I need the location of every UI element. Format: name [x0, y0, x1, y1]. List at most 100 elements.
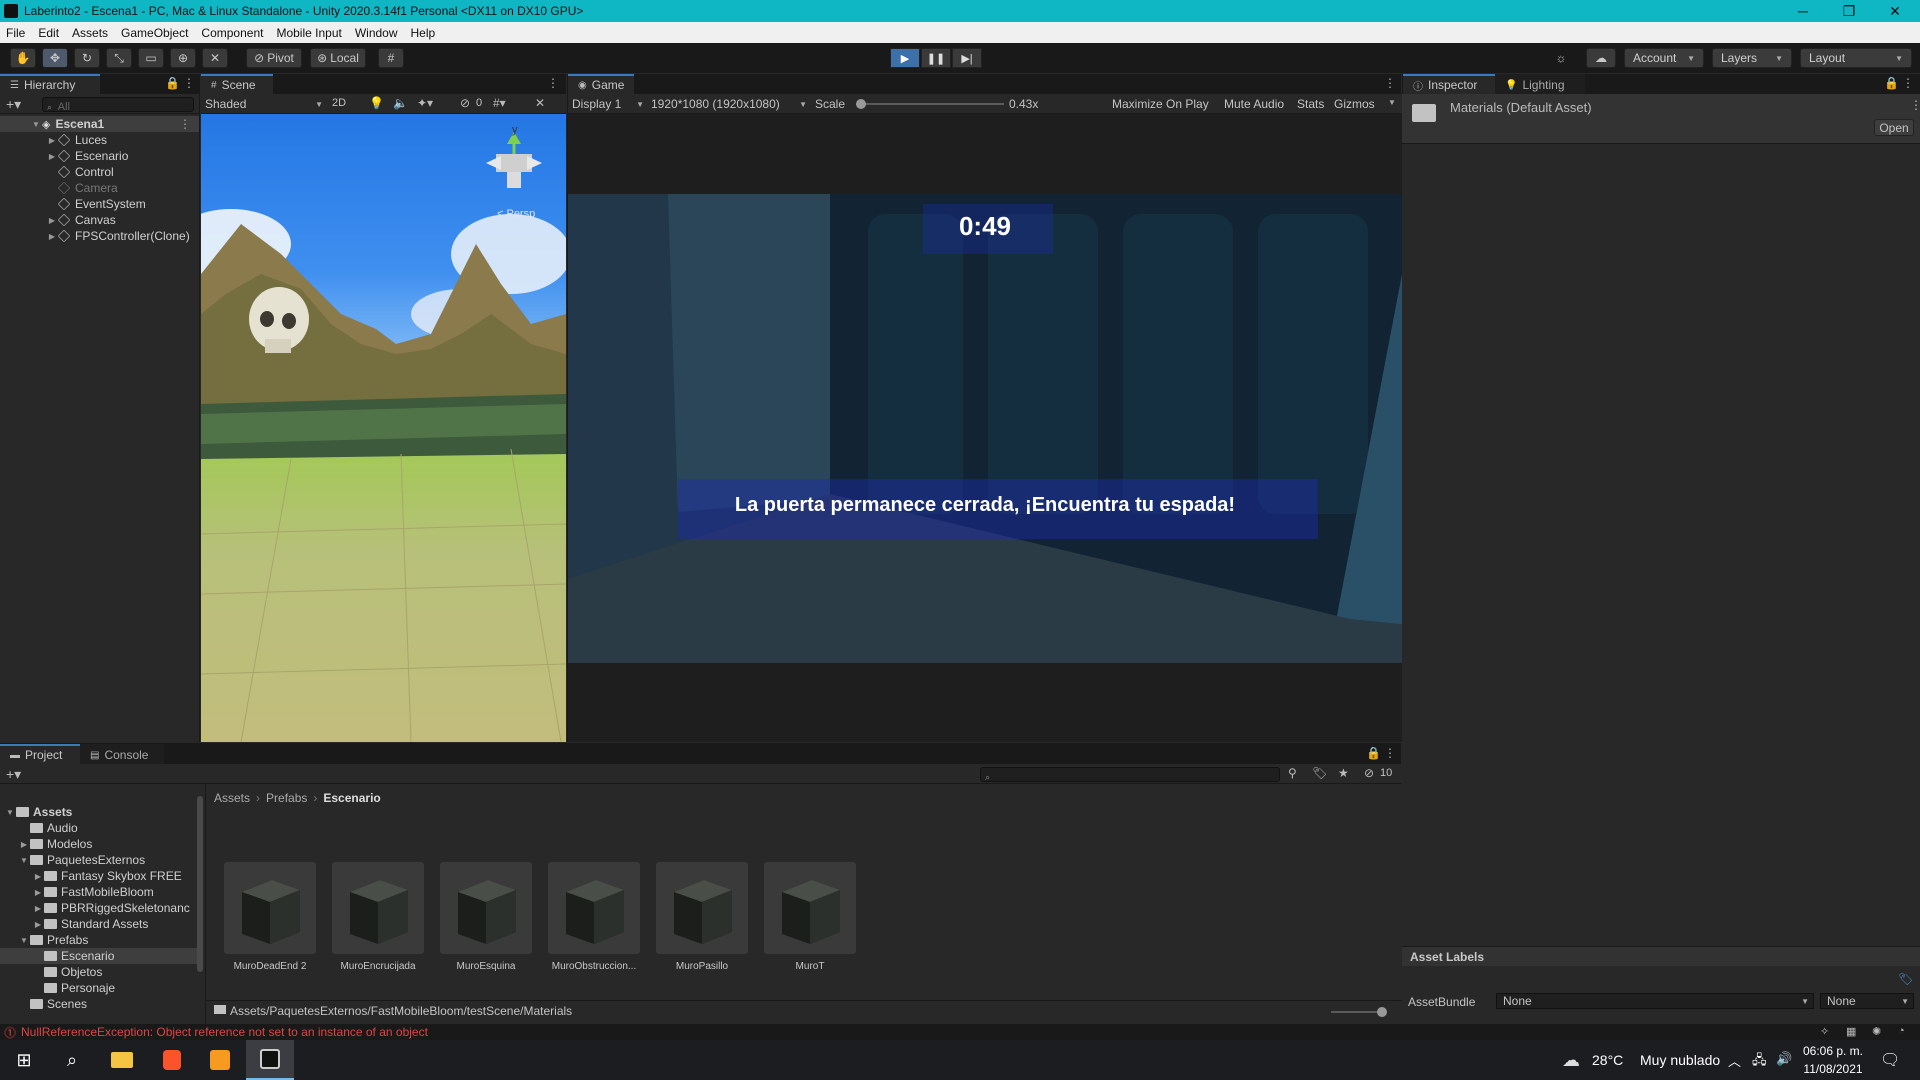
step-button[interactable]: ▶|: [952, 48, 982, 68]
tab-project[interactable]: ▬ Project: [0, 744, 80, 764]
asset-tile[interactable]: MuroEsquina: [439, 862, 533, 972]
search-button[interactable]: ⌕: [48, 1040, 96, 1080]
tab-scene[interactable]: # Scene: [201, 74, 273, 94]
favorite-star-icon[interactable]: ★: [1338, 766, 1349, 780]
hand-tool-button[interactable]: ✋: [10, 48, 36, 68]
play-button[interactable]: ▶: [890, 48, 920, 68]
expand-arrow-icon[interactable]: ▶: [46, 152, 58, 161]
shading-mode-dropdown[interactable]: Shaded ▼: [205, 96, 323, 112]
menu-gameobject[interactable]: GameObject: [121, 26, 188, 40]
project-folder-item[interactable]: Scenes: [0, 996, 198, 1012]
project-folder-item[interactable]: ▶ FastMobileBloom: [0, 884, 198, 900]
scene-menu-icon[interactable]: ⋮: [179, 117, 191, 131]
scale-slider-track[interactable]: [856, 99, 1004, 109]
weather-temperature[interactable]: 28°C: [1592, 1052, 1623, 1068]
local-toggle[interactable]: ⊛ Local: [310, 48, 366, 68]
expand-arrow-icon[interactable]: ▶: [32, 872, 44, 881]
sublime-text-button[interactable]: [196, 1040, 244, 1080]
project-folder-item[interactable]: Audio: [0, 820, 198, 836]
volume-icon[interactable]: 🔊: [1776, 1051, 1792, 1067]
expand-arrow-icon[interactable]: ▶: [32, 920, 44, 929]
tab-console[interactable]: ▤ Console: [80, 744, 164, 764]
expand-arrow-icon[interactable]: ▶: [46, 136, 58, 145]
project-folder-item[interactable]: ▶ Standard Assets: [0, 916, 198, 932]
more-options-icon[interactable]: ⋮: [547, 76, 559, 90]
hierarchy-item[interactable]: Control: [0, 164, 199, 180]
mute-audio-toggle[interactable]: Mute Audio: [1224, 97, 1284, 111]
maximize-on-play-toggle[interactable]: Maximize On Play: [1112, 97, 1209, 111]
file-explorer-button[interactable]: [98, 1040, 146, 1080]
scale-slider-thumb[interactable]: [856, 99, 866, 109]
account-dropdown[interactable]: Account ▼: [1624, 48, 1704, 68]
toggle-2d-button[interactable]: 2D: [332, 97, 346, 109]
hierarchy-item[interactable]: Camera: [0, 180, 199, 196]
tab-lighting[interactable]: 💡 Lighting: [1495, 74, 1585, 94]
more-options-icon[interactable]: ⋮: [1384, 76, 1396, 90]
weather-description[interactable]: Muy nublado: [1640, 1052, 1720, 1068]
pause-button[interactable]: ❚❚: [921, 48, 951, 68]
more-options-icon[interactable]: ⋮: [183, 76, 195, 90]
cache-server-icon[interactable]: ▦: [1846, 1025, 1856, 1038]
project-folder-item[interactable]: ▶ Modelos: [0, 836, 198, 852]
assetbundle-variant-dropdown[interactable]: None ▼: [1820, 993, 1914, 1009]
asset-tile[interactable]: MuroObstruccion...: [547, 862, 641, 972]
project-folder-item[interactable]: ▶ Fantasy Skybox FREE: [0, 868, 198, 884]
tab-hierarchy[interactable]: ☰ Hierarchy: [0, 74, 100, 94]
layout-dropdown[interactable]: Layout ▼: [1800, 48, 1912, 68]
tree-scrollbar[interactable]: [197, 796, 203, 972]
gizmos-dropdown[interactable]: Gizmos: [1334, 97, 1375, 111]
stats-toggle[interactable]: Stats: [1297, 97, 1324, 111]
expand-arrow-icon[interactable]: ▼: [4, 808, 16, 817]
auto-generate-lighting-icon[interactable]: ✧: [1820, 1025, 1829, 1038]
audio-toggle-icon[interactable]: 🔈: [393, 96, 408, 110]
open-button[interactable]: Open: [1874, 119, 1914, 136]
rect-tool-button[interactable]: ▭: [138, 48, 164, 68]
menu-mobile-input[interactable]: Mobile Input: [276, 26, 341, 40]
status-bar[interactable]: ⓵ NullReferenceException: Object referen…: [0, 1024, 1920, 1040]
hierarchy-item[interactable]: EventSystem: [0, 196, 199, 212]
pivot-toggle[interactable]: ⊘ Pivot: [246, 48, 302, 68]
minimize-button[interactable]: ─: [1780, 0, 1826, 22]
asset-tile[interactable]: MuroEncrucijada: [331, 862, 425, 972]
expand-arrow-icon[interactable]: ▼: [18, 936, 30, 945]
menu-component[interactable]: Component: [201, 26, 263, 40]
label-tag-icon[interactable]: 🏷: [1898, 972, 1914, 986]
icon-size-slider[interactable]: [1331, 1007, 1387, 1017]
scene-root-row[interactable]: ▼ ◈ Escena1 ⋮: [0, 116, 199, 132]
perspective-toggle[interactable]: < Persp: [497, 208, 535, 220]
lighting-toggle-icon[interactable]: 💡: [369, 96, 384, 110]
search-by-label-icon[interactable]: 🏷: [1312, 766, 1327, 780]
expand-arrow-icon[interactable]: ▶: [32, 888, 44, 897]
tab-game[interactable]: ◉ Game: [568, 74, 634, 94]
rotate-tool-button[interactable]: ↻: [74, 48, 100, 68]
unity-taskbar-button[interactable]: [246, 1040, 294, 1080]
clock-time[interactable]: 06:06 p. m.: [1802, 1044, 1864, 1058]
breadcrumb-assets[interactable]: Assets: [214, 791, 250, 805]
asset-tile[interactable]: MuroDeadEnd 2: [223, 862, 317, 972]
progress-icon[interactable]: ◔: [1898, 1025, 1905, 1037]
expand-arrow-icon[interactable]: ▶: [46, 232, 58, 241]
services-button[interactable]: ☼: [1548, 48, 1574, 68]
tray-expand-icon[interactable]: ︿: [1728, 1051, 1741, 1070]
breadcrumb-prefabs[interactable]: Prefabs: [266, 791, 307, 805]
add-object-button[interactable]: +▾: [6, 96, 21, 113]
breadcrumb-escenario[interactable]: Escenario: [323, 791, 380, 805]
clock-date[interactable]: 11/08/2021: [1802, 1062, 1864, 1076]
create-asset-button[interactable]: +▾: [6, 766, 21, 783]
network-icon[interactable]: 🖧: [1752, 1051, 1767, 1073]
lock-icon[interactable]: 🔒: [1884, 76, 1899, 90]
project-folder-item[interactable]: Personaje: [0, 980, 198, 996]
search-by-type-icon[interactable]: ⚲: [1288, 766, 1297, 780]
custom-tool-button[interactable]: ✕: [202, 48, 228, 68]
asset-tile[interactable]: MuroT: [763, 862, 857, 972]
icon-size-thumb[interactable]: [1377, 1007, 1387, 1017]
more-options-icon[interactable]: ⋮: [1910, 98, 1920, 112]
tab-inspector[interactable]: ⓘ Inspector: [1403, 74, 1495, 94]
hierarchy-item[interactable]: ▶ Escenario: [0, 148, 199, 164]
scene-viewport[interactable]: y < Persp: [201, 114, 566, 742]
expand-arrow-icon[interactable]: ▶: [18, 840, 30, 849]
expand-arrow-icon[interactable]: ▶: [46, 216, 58, 225]
move-tool-button[interactable]: ✥: [42, 48, 68, 68]
display-dropdown[interactable]: Display 1 ▼: [572, 96, 644, 112]
grid-toggle-icon[interactable]: #▾: [493, 96, 506, 110]
